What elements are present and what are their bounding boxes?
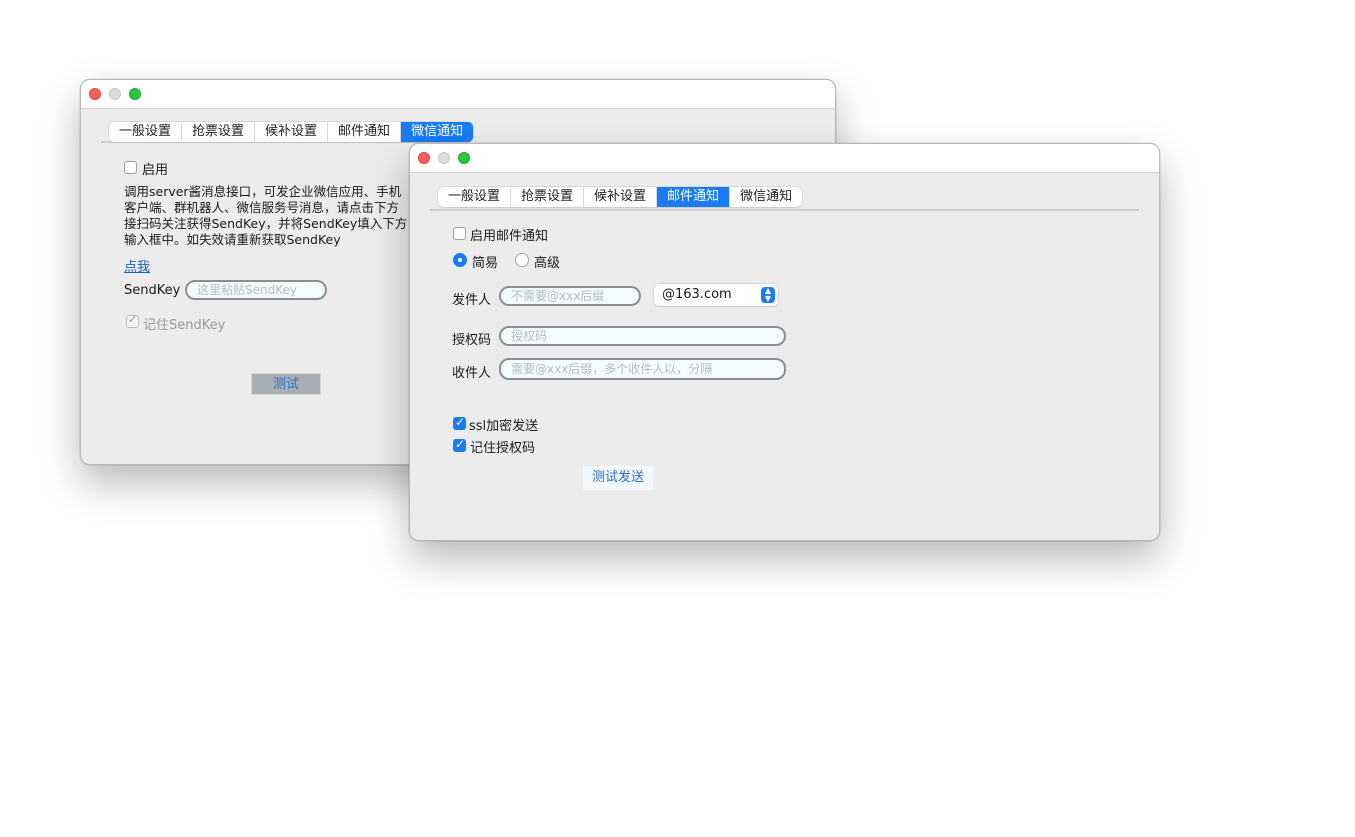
tab-general[interactable]: 一般设置 bbox=[109, 122, 183, 142]
description-line: 接扫码关注获得SendKey，并将SendKey填入下方 bbox=[124, 216, 408, 231]
mode-simple-label: 简易 bbox=[472, 256, 499, 271]
domain-select-value: @163.com bbox=[662, 287, 732, 302]
enable-email-checkbox[interactable] bbox=[453, 227, 466, 240]
mode-advanced-label: 高级 bbox=[534, 256, 561, 271]
tab-wechat[interactable]: 微信通知 bbox=[730, 187, 802, 207]
tab-bar: 一般设置 抢票设置 候补设置 邮件通知 微信通知 bbox=[438, 187, 803, 207]
sender-label: 发件人 bbox=[452, 293, 492, 308]
ssl-checkbox[interactable] bbox=[453, 415, 466, 430]
description-text: 调用server酱消息接口，可发企业微信应用、手机 客户端、群机器人、微信服务号… bbox=[124, 184, 424, 248]
auth-code-input[interactable]: 授权码 bbox=[499, 326, 786, 346]
close-window-button[interactable] bbox=[418, 152, 430, 164]
maximize-window-button[interactable] bbox=[129, 88, 141, 100]
ssl-label: ssl加密发送 bbox=[469, 419, 539, 434]
recipient-input[interactable]: 需要@xxx后缀，多个收件人以，分隔 bbox=[499, 358, 786, 380]
maximize-window-button[interactable] bbox=[458, 152, 470, 164]
title-bar[interactable] bbox=[410, 144, 1159, 173]
minimize-window-button[interactable] bbox=[109, 88, 121, 100]
auth-code-label: 授权码 bbox=[452, 333, 492, 348]
tab-bar: 一般设置 抢票设置 候补设置 邮件通知 微信通知 bbox=[109, 122, 474, 142]
tab-waitlist[interactable]: 候补设置 bbox=[255, 122, 329, 142]
test-button[interactable]: 测试 bbox=[251, 373, 321, 395]
enable-checkbox[interactable] bbox=[124, 161, 137, 174]
sender-input[interactable]: 不需要@xxx后缀 bbox=[499, 286, 641, 306]
domain-select[interactable]: @163.com ▲ ▼ bbox=[654, 284, 778, 306]
tab-ticket[interactable]: 抢票设置 bbox=[511, 187, 585, 207]
email-settings-window: 一般设置 抢票设置 候补设置 邮件通知 微信通知 启用邮件通知 简易 高级 发件… bbox=[409, 143, 1160, 541]
tab-email[interactable]: 邮件通知 bbox=[328, 122, 402, 142]
title-bar[interactable] bbox=[81, 80, 835, 109]
tab-wechat[interactable]: 微信通知 bbox=[401, 122, 474, 142]
test-send-button[interactable]: 测试发送 bbox=[583, 466, 653, 490]
click-me-link[interactable]: 点我 bbox=[124, 256, 150, 275]
enable-email-label: 启用邮件通知 bbox=[470, 229, 549, 244]
chevron-updown-icon: ▲ ▼ bbox=[761, 287, 775, 303]
tab-waitlist[interactable]: 候补设置 bbox=[584, 187, 658, 207]
minimize-window-button[interactable] bbox=[438, 152, 450, 164]
sendkey-input[interactable]: 这里粘贴SendKey bbox=[185, 280, 327, 300]
close-window-button[interactable] bbox=[89, 88, 101, 100]
sendkey-label: SendKey bbox=[124, 283, 181, 298]
remember-auth-label: 记住授权码 bbox=[470, 441, 536, 456]
description-line: 输入框中。如失效请重新获取SendKey bbox=[124, 232, 341, 247]
mode-simple-radio[interactable] bbox=[453, 253, 467, 267]
mode-advanced-radio[interactable] bbox=[515, 253, 529, 267]
remember-sendkey-checkbox[interactable] bbox=[126, 313, 139, 328]
description-line: 客户端、群机器人、微信服务号消息，请点击下方 bbox=[124, 200, 400, 215]
description-line: 调用server酱消息接口，可发企业微信应用、手机 bbox=[124, 184, 402, 199]
remember-auth-checkbox[interactable] bbox=[453, 437, 466, 452]
tab-general[interactable]: 一般设置 bbox=[438, 187, 512, 207]
tab-divider bbox=[430, 209, 1139, 211]
enable-label: 启用 bbox=[142, 163, 169, 178]
tab-ticket[interactable]: 抢票设置 bbox=[182, 122, 256, 142]
remember-sendkey-label: 记住SendKey bbox=[143, 318, 226, 333]
tab-email[interactable]: 邮件通知 bbox=[657, 187, 731, 207]
recipient-label: 收件人 bbox=[452, 366, 492, 381]
